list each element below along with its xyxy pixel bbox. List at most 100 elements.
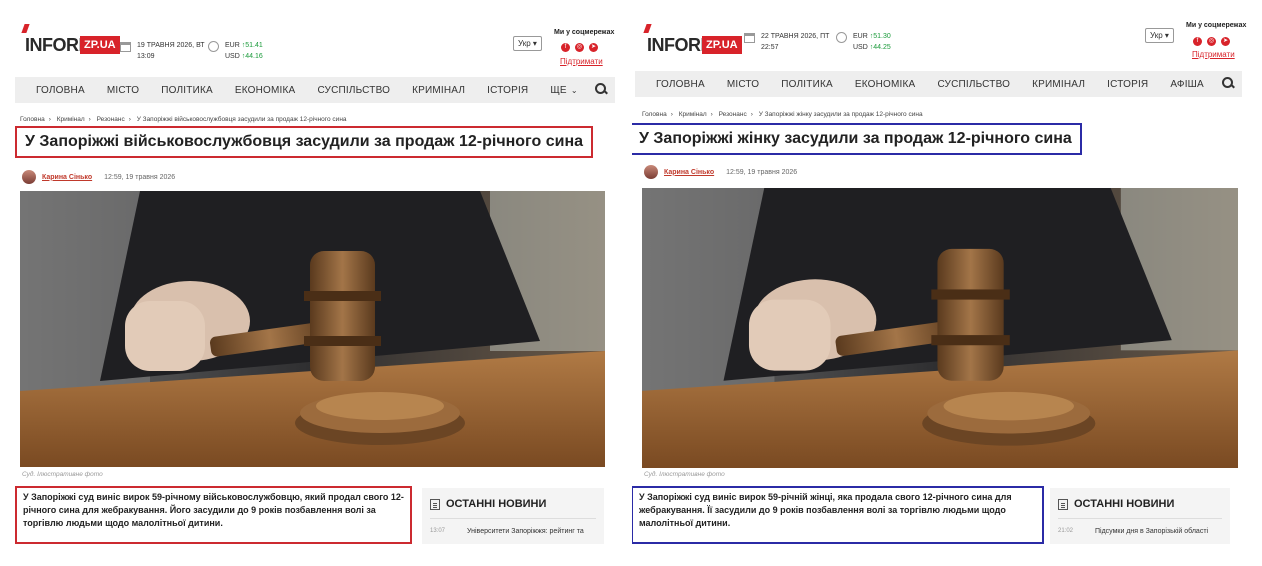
breadcrumb-crime[interactable]: Кримінал [679, 111, 707, 118]
support-link[interactable]: Підтримати [560, 57, 603, 66]
logo-domain-box: ZP.UA [702, 36, 742, 54]
support-link[interactable]: Підтримати [1192, 50, 1235, 59]
breadcrumb-separator: › [750, 111, 753, 118]
nav-item-society[interactable]: СУСПІЛЬСТВО [306, 85, 401, 96]
instagram-icon[interactable]: ◎ [1207, 37, 1216, 46]
breadcrumb-crime[interactable]: Кримінал [57, 116, 85, 123]
search-icon[interactable] [595, 83, 607, 95]
publish-datetime: 12:59, 19 травня 2026 [104, 173, 176, 181]
author-row: Карина Сінько 12:59, 19 травня 2026 [22, 170, 175, 184]
facebook-icon[interactable]: f [561, 43, 570, 52]
date-block: 22 ТРАВНЯ 2026, ПТ 22:57 [744, 31, 829, 53]
left-page-screenshot: INFORM ZP.UA 19 ТРАВНЯ 2026, ВТ 13:09 EU… [10, 0, 630, 566]
author-name[interactable]: Карина Сінько [42, 174, 92, 181]
main-nav: ГОЛОВНА МІСТО ПОЛІТИКА ЕКОНОМІКА СУСПІЛЬ… [15, 77, 615, 103]
currency-block: EUR ↑51.30 USD ↑44.25 [836, 31, 891, 53]
date-block: 19 ТРАВНЯ 2026, ВТ 13:09 [120, 40, 205, 62]
newspaper-icon [430, 498, 440, 510]
divider [430, 518, 596, 519]
date-line: 19 ТРАВНЯ 2026, ВТ [137, 42, 205, 49]
calendar-icon [744, 33, 755, 43]
breadcrumb-separator: › [128, 116, 131, 123]
article-lead: У Запоріжжі суд виніс вирок 59-річній жі… [632, 486, 1044, 544]
nav-item-afisha[interactable]: АФІША [1159, 79, 1215, 90]
right-page-screenshot: INFORM ZP.UA 22 ТРАВНЯ 2026, ПТ 22:57 EU… [632, 0, 1252, 566]
site-logo[interactable]: INFORM ZP.UA [643, 24, 742, 62]
article-headline: У Запоріжжі військовослужбовця засудили … [15, 126, 594, 158]
instagram-icon[interactable]: ◎ [575, 43, 584, 52]
main-nav: ГОЛОВНА МІСТО ПОЛІТИКА ЕКОНОМІКА СУСПІЛЬ… [635, 71, 1242, 97]
time-line: 13:09 [137, 53, 155, 60]
article-photo [642, 188, 1238, 468]
photo-caption: Суд. Ілюстративне фото [644, 471, 725, 478]
news-time: 13:07 [430, 528, 446, 534]
nav-item-more[interactable]: ЩЕ ⌄ [539, 85, 588, 96]
facebook-icon[interactable]: f [1193, 37, 1202, 46]
publish-datetime: 12:59, 19 травня 2026 [726, 168, 798, 176]
nav-item-crime[interactable]: КРИМІНАЛ [1021, 79, 1096, 90]
breadcrumb: Головна › Кримінал › Резонанс › У Запоріжжі… [20, 116, 347, 123]
currency-icon [208, 41, 219, 52]
latest-news-header: ОСТАННІ НОВИНИ [430, 498, 546, 510]
currency-value: ↑44.25 [869, 44, 891, 51]
latest-news-box: ОСТАННІ НОВИНИ 21:02 Підсумки дня в Запо… [1050, 488, 1230, 544]
breadcrumb-home[interactable]: Головна [20, 116, 45, 123]
currency-row-usd: USD ↑44.16 [225, 51, 263, 62]
newspaper-icon [1058, 498, 1068, 510]
author-name[interactable]: Карина Сінько [664, 169, 714, 176]
social-title: Ми у соцмережах [1186, 22, 1247, 29]
nav-item-city[interactable]: МІСТО [716, 79, 770, 90]
photo-caption: Суд. Ілюстративне фото [22, 471, 103, 478]
breadcrumb-resonance[interactable]: Резонанс [97, 116, 125, 123]
nav-item-city[interactable]: МІСТО [96, 85, 150, 96]
latest-news-box: ОСТАННІ НОВИНИ 13:07 Університети Запорі… [422, 488, 604, 544]
latest-news-header: ОСТАННІ НОВИНИ [1058, 498, 1174, 510]
divider [1058, 518, 1222, 519]
currency-code: USD [225, 53, 240, 60]
latest-news-title: ОСТАННІ НОВИНИ [1074, 498, 1175, 510]
nav-item-economy[interactable]: ЕКОНОМІКА [224, 85, 307, 96]
breadcrumb-separator: › [88, 116, 91, 123]
news-item-link[interactable]: Підсумки дня в Запорізькій області [1095, 528, 1208, 535]
latest-news-title: ОСТАННІ НОВИНИ [446, 498, 547, 510]
currency-code: EUR [225, 42, 240, 49]
article-headline: У Запоріжжі жінку засудили за продаж 12-… [632, 123, 1082, 155]
breadcrumb-current: У Запоріжжі військовослужбовця засудили … [136, 116, 347, 123]
social-icons: f ◎ ➤ [1193, 37, 1230, 46]
nav-item-crime[interactable]: КРИМІНАЛ [401, 85, 476, 96]
language-select[interactable]: Укр ▾ [513, 36, 542, 51]
breadcrumb-current: У Запоріжжі жінку засудили за продаж 12-… [758, 111, 923, 118]
breadcrumb-home[interactable]: Головна [642, 111, 667, 118]
breadcrumb-resonance[interactable]: Резонанс [719, 111, 747, 118]
breadcrumb-separator: › [48, 116, 51, 123]
nav-item-society[interactable]: СУСПІЛЬСТВО [926, 79, 1021, 90]
news-item-link[interactable]: Університети Запоріжжя: рейтинг та [467, 528, 584, 535]
telegram-icon[interactable]: ➤ [589, 43, 598, 52]
news-time: 21:02 [1058, 528, 1074, 534]
article-photo [20, 191, 605, 467]
nav-item-politics[interactable]: ПОЛІТИКА [150, 85, 224, 96]
language-select[interactable]: Укр ▾ [1145, 28, 1174, 43]
currency-value: ↑51.41 [241, 42, 263, 49]
currency-row-usd: USD ↑44.25 [853, 42, 891, 53]
nav-item-home[interactable]: ГОЛОВНА [25, 85, 96, 96]
chevron-down-icon: ⌄ [570, 85, 578, 95]
nav-item-economy[interactable]: ЕКОНОМІКА [844, 79, 927, 90]
breadcrumb: Головна › Кримінал › Резонанс › У Запоріжжі… [642, 111, 923, 118]
nav-item-history[interactable]: ІСТОРІЯ [1096, 79, 1159, 90]
nav-item-politics[interactable]: ПОЛІТИКА [770, 79, 844, 90]
calendar-icon [120, 42, 131, 52]
nav-item-history[interactable]: ІСТОРІЯ [476, 85, 539, 96]
avatar [644, 165, 658, 179]
search-icon[interactable] [1222, 77, 1234, 89]
site-logo[interactable]: INFORM ZP.UA [21, 24, 120, 62]
currency-code: USD [853, 44, 868, 51]
article-lead: У Запоріжжі суд виніс вирок 59-річному в… [15, 486, 412, 544]
time-line: 22:57 [761, 44, 779, 51]
currency-block: EUR ↑51.41 USD ↑44.16 [208, 40, 263, 62]
author-row: Карина Сінько 12:59, 19 травня 2026 [644, 165, 797, 179]
currency-value: ↑44.16 [241, 53, 263, 60]
currency-value: ↑51.30 [869, 33, 891, 40]
telegram-icon[interactable]: ➤ [1221, 37, 1230, 46]
nav-item-home[interactable]: ГОЛОВНА [645, 79, 716, 90]
